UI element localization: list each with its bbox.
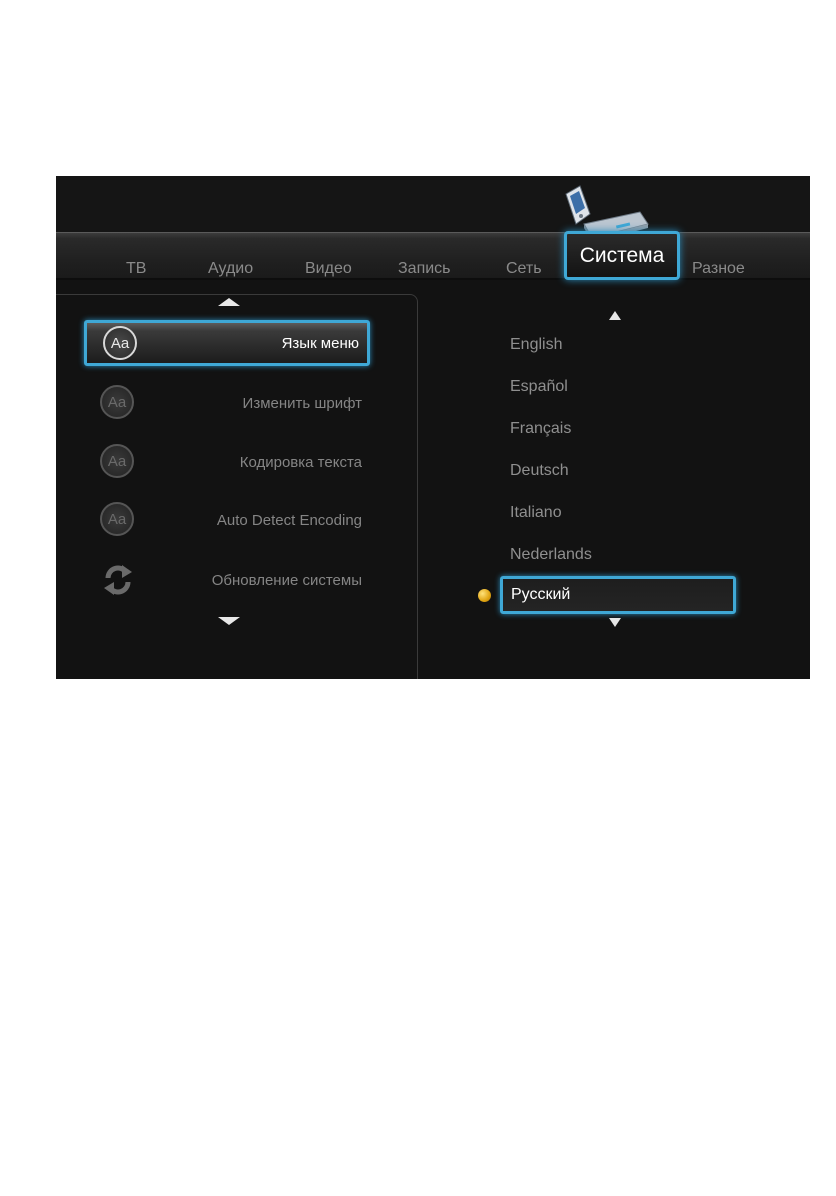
language-option-label: Русский — [511, 586, 571, 603]
tab-bar-divider — [56, 278, 810, 280]
language-option-french[interactable]: Français — [510, 420, 571, 438]
menu-item-system-update[interactable]: Обновление системы — [84, 558, 370, 604]
aa-icon: Aa — [103, 326, 137, 360]
menu-item-label: Кодировка текста — [239, 454, 362, 471]
tab-video[interactable]: Видео — [305, 260, 352, 278]
menu-item-text-encoding[interactable]: Aa Кодировка текста — [84, 440, 370, 486]
tab-misc[interactable]: Разное — [692, 260, 745, 278]
aa-icon: Aa — [100, 502, 134, 536]
language-option-italian[interactable]: Italiano — [510, 504, 562, 522]
settings-screen: ТВ Аудио Видео Запись Сеть Система Разно… — [56, 176, 810, 679]
menu-item-label: Обновление системы — [211, 572, 362, 589]
language-option-spanish[interactable]: Español — [510, 378, 568, 396]
language-option-english[interactable]: English — [510, 336, 562, 354]
tab-audio[interactable]: Аудио — [208, 260, 253, 278]
language-option-dutch[interactable]: Nederlands — [510, 546, 592, 564]
menu-scroll-down-arrow-icon[interactable] — [218, 617, 240, 625]
menu-item-label: Язык меню — [281, 335, 359, 352]
menu-scroll-up-arrow-icon[interactable] — [218, 298, 240, 306]
menu-item-label: Изменить шрифт — [242, 395, 362, 412]
tab-network[interactable]: Сеть — [506, 260, 542, 278]
language-scroll-up-arrow-icon[interactable] — [609, 311, 621, 320]
aa-icon: Aa — [100, 444, 134, 478]
language-scroll-down-arrow-icon[interactable] — [609, 618, 621, 627]
menu-item-menu-language[interactable]: Aa Язык меню — [84, 320, 370, 366]
tab-tv[interactable]: ТВ — [126, 260, 146, 278]
tab-system[interactable]: Система — [564, 231, 680, 280]
aa-icon: Aa — [100, 385, 134, 419]
language-option-russian[interactable]: Русский — [500, 576, 736, 614]
refresh-icon — [104, 565, 132, 595]
language-option-german[interactable]: Deutsch — [510, 462, 569, 480]
tab-recording[interactable]: Запись — [398, 260, 451, 278]
menu-item-change-font[interactable]: Aa Изменить шрифт — [84, 381, 370, 427]
current-language-indicator-icon — [478, 589, 491, 602]
top-band — [56, 176, 810, 236]
menu-item-label: Auto Detect Encoding — [216, 512, 362, 529]
menu-item-auto-detect-encoding[interactable]: Aa Auto Detect Encoding — [84, 498, 370, 544]
